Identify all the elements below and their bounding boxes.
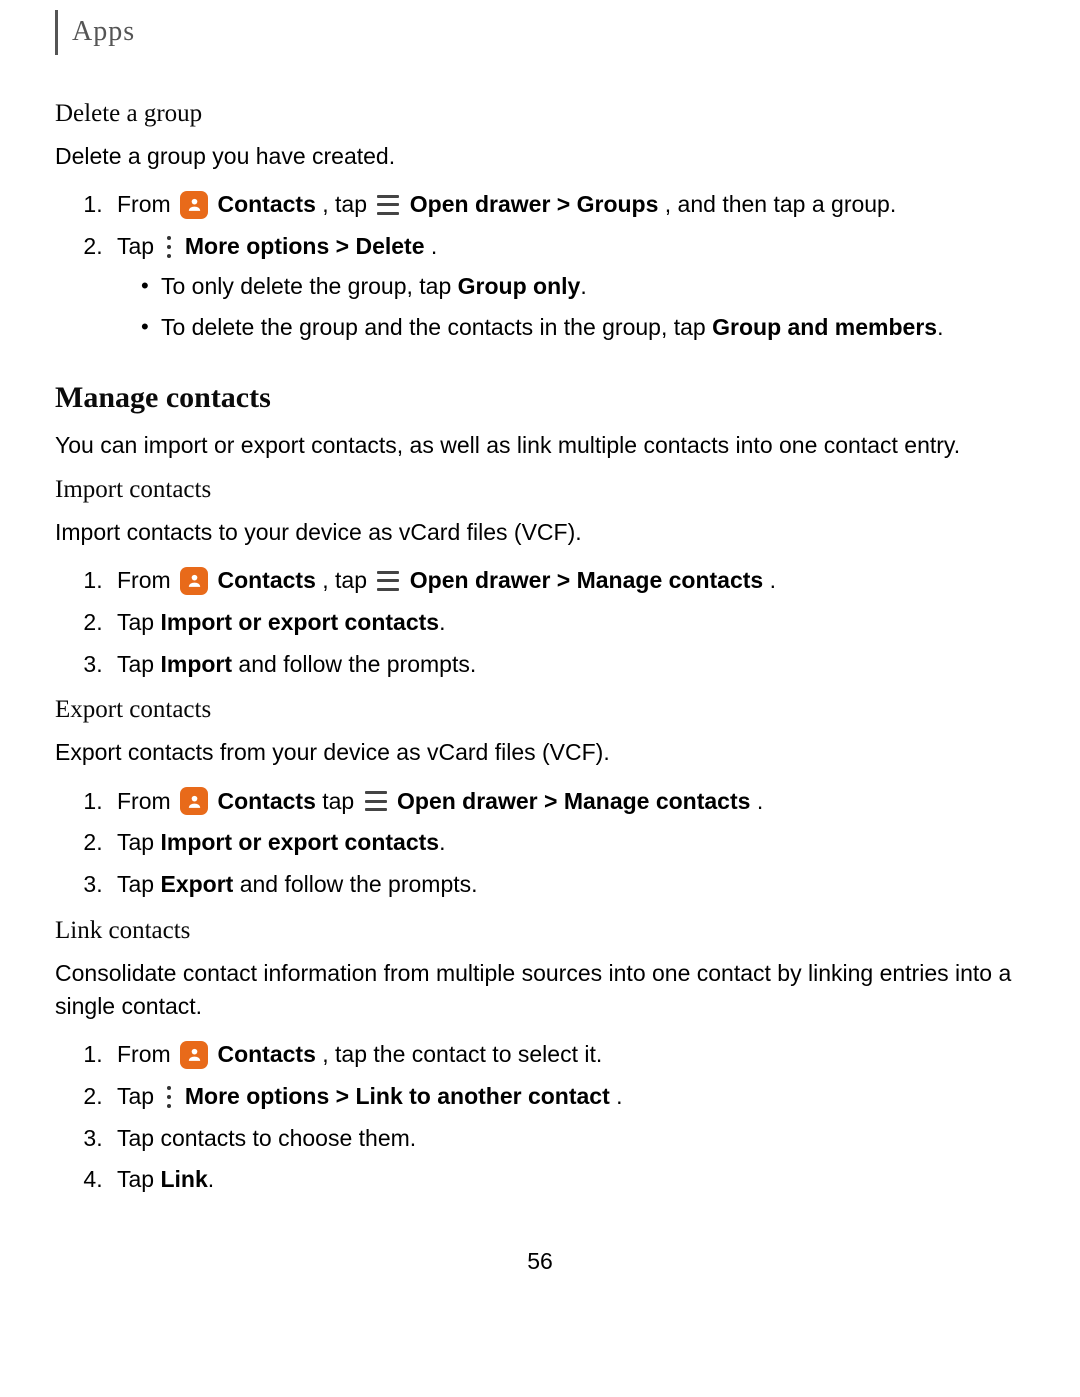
delete-group-steps: From Contacts , tap Open drawer > Groups… bbox=[55, 187, 1025, 346]
text: and follow the prompts. bbox=[233, 871, 477, 897]
list-item: Tap Export and follow the prompts. bbox=[109, 867, 1025, 903]
text: tap bbox=[322, 788, 360, 814]
text: Tap bbox=[117, 233, 160, 259]
list-item: From Contacts , tap the contact to selec… bbox=[109, 1037, 1025, 1073]
more-options-icon bbox=[164, 236, 174, 258]
drawer-icon bbox=[365, 791, 387, 811]
text-bold: Contacts bbox=[217, 788, 315, 814]
list-item: Tap Import and follow the prompts. bbox=[109, 647, 1025, 683]
text: Tap bbox=[117, 829, 160, 855]
text: . bbox=[616, 1083, 622, 1109]
link-contacts-intro: Consolidate contact information from mul… bbox=[55, 957, 1025, 1024]
export-contacts-steps: From Contacts tap Open drawer > Manage c… bbox=[55, 784, 1025, 903]
import-contacts-steps: From Contacts , tap Open drawer > Manage… bbox=[55, 563, 1025, 682]
list-item: Tap More options > Link to another conta… bbox=[109, 1079, 1025, 1115]
text-bold: Group only bbox=[458, 273, 581, 299]
text: , tap bbox=[322, 191, 373, 217]
text: . bbox=[208, 1166, 214, 1192]
list-item: From Contacts , tap Open drawer > Groups… bbox=[109, 187, 1025, 223]
list-item: Tap Import or export contacts. bbox=[109, 825, 1025, 861]
list-item: From Contacts , tap Open drawer > Manage… bbox=[109, 563, 1025, 599]
text-bold: Export bbox=[160, 871, 233, 897]
text: Tap bbox=[117, 651, 160, 677]
list-item: From Contacts tap Open drawer > Manage c… bbox=[109, 784, 1025, 820]
list-item: Tap More options > Delete . To only dele… bbox=[109, 229, 1025, 346]
page-number: 56 bbox=[55, 1248, 1025, 1275]
text-bold: Contacts bbox=[217, 191, 315, 217]
list-item: Tap Import or export contacts. bbox=[109, 605, 1025, 641]
delete-group-intro: Delete a group you have created. bbox=[55, 140, 1025, 173]
text-bold: Group and members bbox=[712, 314, 937, 340]
section-header: Apps bbox=[55, 10, 1025, 55]
text: Tap bbox=[117, 1166, 160, 1192]
export-contacts-intro: Export contacts from your device as vCar… bbox=[55, 736, 1025, 769]
text: . bbox=[580, 273, 586, 299]
text: Tap bbox=[117, 609, 160, 635]
text: . bbox=[757, 788, 763, 814]
drawer-icon bbox=[377, 571, 399, 591]
text: From bbox=[117, 1041, 177, 1067]
link-contacts-steps: From Contacts , tap the contact to selec… bbox=[55, 1037, 1025, 1198]
contacts-icon bbox=[180, 191, 208, 219]
text: . bbox=[439, 829, 445, 855]
text: To only delete the group, tap bbox=[161, 273, 458, 299]
text: From bbox=[117, 788, 177, 814]
import-contacts-title: Import contacts bbox=[55, 476, 1025, 504]
text: To delete the group and the contacts in … bbox=[161, 314, 712, 340]
text: From bbox=[117, 567, 177, 593]
list-item: Tap contacts to choose them. bbox=[109, 1121, 1025, 1157]
list-item: Tap Link. bbox=[109, 1162, 1025, 1198]
text: , tap bbox=[322, 567, 373, 593]
text: Tap bbox=[117, 871, 160, 897]
manage-contacts-intro: You can import or export contacts, as we… bbox=[55, 429, 1025, 462]
import-contacts-intro: Import contacts to your device as vCard … bbox=[55, 516, 1025, 549]
manage-contacts-title: Manage contacts bbox=[55, 381, 1025, 415]
text-bold: Open drawer > Manage contacts bbox=[397, 788, 750, 814]
text: . bbox=[770, 567, 776, 593]
text: . bbox=[431, 233, 437, 259]
text-bold: Contacts bbox=[217, 1041, 315, 1067]
export-contacts-title: Export contacts bbox=[55, 696, 1025, 724]
text-bold: More options > Link to another contact bbox=[185, 1083, 610, 1109]
text: and follow the prompts. bbox=[232, 651, 476, 677]
text: Tap bbox=[117, 1083, 160, 1109]
text: . bbox=[937, 314, 943, 340]
text: . bbox=[439, 609, 445, 635]
document-page: Apps Delete a group Delete a group you h… bbox=[0, 0, 1080, 1305]
text-bold: Import or export contacts bbox=[160, 609, 439, 635]
text-bold: Import bbox=[160, 651, 232, 677]
text-bold: Contacts bbox=[217, 567, 315, 593]
contacts-icon bbox=[180, 567, 208, 595]
text: From bbox=[117, 191, 177, 217]
text-bold: Link bbox=[160, 1166, 207, 1192]
list-item: To only delete the group, tap Group only… bbox=[137, 269, 1025, 305]
link-contacts-title: Link contacts bbox=[55, 917, 1025, 945]
list-item: To delete the group and the contacts in … bbox=[137, 310, 1025, 346]
contacts-icon bbox=[180, 787, 208, 815]
sub-list: To only delete the group, tap Group only… bbox=[117, 269, 1025, 345]
drawer-icon bbox=[377, 195, 399, 215]
text: , and then tap a group. bbox=[665, 191, 896, 217]
text-bold: Open drawer > Groups bbox=[410, 191, 659, 217]
text-bold: Import or export contacts bbox=[160, 829, 439, 855]
contacts-icon bbox=[180, 1041, 208, 1069]
text-bold: Open drawer > Manage contacts bbox=[410, 567, 763, 593]
text-bold: More options > Delete bbox=[185, 233, 425, 259]
more-options-icon bbox=[164, 1086, 174, 1108]
delete-group-title: Delete a group bbox=[55, 100, 1025, 128]
text: , tap the contact to select it. bbox=[322, 1041, 602, 1067]
